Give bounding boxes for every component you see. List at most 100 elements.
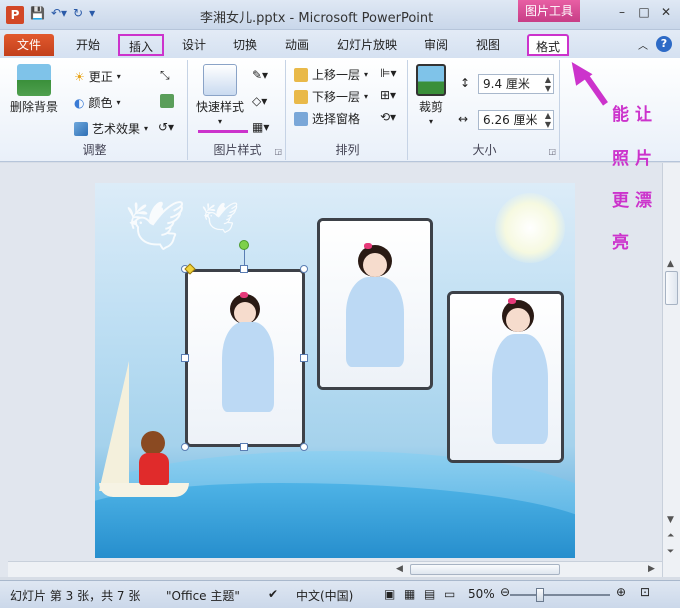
picture-layout-icon[interactable]: ▦▾ (252, 120, 269, 134)
sun-illustration (495, 193, 565, 263)
status-bar: 幻灯片 第 3 张，共 7 张 "Office 主题" ✔ 中文(中国) ▣ ▦… (0, 580, 680, 608)
send-backward-icon (294, 89, 308, 104)
powerpoint-app-icon[interactable]: P (6, 6, 24, 24)
dialog-launcher-icon[interactable]: ◲ (548, 147, 556, 156)
close-icon[interactable]: ✕ (658, 4, 674, 20)
group-adjust-label: 调整 (82, 143, 107, 157)
customize-qat-icon[interactable]: ▾ (89, 6, 95, 20)
picture-border-icon[interactable]: ✎▾ (252, 68, 268, 82)
rotate-icon[interactable]: ⟲▾ (380, 110, 396, 124)
width-spinner-icon[interactable]: ▲ ▼ (545, 111, 551, 129)
resize-handle[interactable] (300, 354, 308, 362)
tab-home[interactable]: 开始 (70, 34, 106, 56)
fit-to-window-icon[interactable]: ⊡ (640, 585, 650, 599)
width-value: 6.26 厘米 (483, 113, 538, 127)
maximize-icon[interactable]: □ (636, 4, 652, 20)
context-tab-group-picture-tools: 图片工具 (518, 0, 580, 22)
tab-animations[interactable]: 动画 (279, 34, 315, 56)
dialog-launcher-icon[interactable]: ◲ (274, 147, 282, 156)
quick-styles-icon (203, 64, 237, 96)
zoom-level[interactable]: 50% (468, 587, 495, 601)
tab-transitions[interactable]: 切换 (227, 34, 263, 56)
crop-button[interactable]: 裁剪 ▾ (416, 64, 446, 126)
tab-file[interactable]: 文件 (4, 34, 54, 56)
height-icon: ↕ (460, 76, 471, 90)
bring-forward-button[interactable]: 上移一层 ▾ (294, 66, 368, 83)
previous-slide-icon[interactable]: ⏶ (667, 531, 674, 541)
send-backward-button[interactable]: 下移一层 ▾ (294, 88, 368, 105)
slideshow-view-icon[interactable]: ▭ (444, 587, 455, 601)
group-arrange: 上移一层 ▾ 下移一层 ▾ 选择窗格 ⊫▾ ⊞▾ ⟲▾ 排列 (288, 60, 408, 160)
vertical-scrollbar[interactable]: ▲ ▼ ⏶ ⏷ (662, 163, 680, 577)
picture-effects-icon[interactable]: ◇▾ (252, 94, 267, 108)
scroll-up-icon[interactable]: ▲ (667, 259, 674, 269)
compress-pictures-icon[interactable]: ⤡ (160, 68, 170, 83)
horizontal-scrollbar[interactable]: ◀ ▶ (8, 561, 662, 577)
resize-handle[interactable] (300, 443, 308, 451)
photo-frame-3[interactable] (447, 291, 564, 463)
height-spinner-icon[interactable]: ▲ ▼ (545, 75, 551, 93)
group-icon[interactable]: ⊞▾ (380, 88, 396, 102)
remove-background-button[interactable]: 删除背景 (10, 64, 58, 115)
zoom-slider[interactable] (510, 594, 610, 596)
photo-frame-1[interactable] (185, 269, 305, 447)
scroll-left-icon[interactable]: ◀ (396, 564, 403, 574)
help-icon[interactable]: ? (656, 36, 672, 52)
zoom-in-icon[interactable]: ⊕ (616, 585, 626, 599)
resize-handle[interactable] (181, 443, 189, 451)
redo-icon[interactable]: ↻ (73, 6, 83, 20)
resize-handle[interactable] (300, 265, 308, 273)
change-picture-icon[interactable] (160, 94, 174, 108)
theme-name: "Office 主题" (166, 589, 240, 603)
group-size: 裁剪 ▾ ↕ 9.4 厘米 ▲ ▼ ↔ 6.26 厘米 ▲ ▼ 大小 ◲ (410, 60, 560, 160)
height-input[interactable]: 9.4 厘米 ▲ ▼ (478, 74, 554, 94)
tab-review[interactable]: 审阅 (418, 34, 454, 56)
language-indicator[interactable]: 中文(中国) (296, 587, 353, 604)
align-icon[interactable]: ⊫▾ (380, 66, 396, 80)
slide-sorter-icon[interactable]: ▦ (404, 587, 415, 601)
ribbon-right-controls: ︿ ? (638, 36, 672, 52)
remove-background-icon (17, 64, 51, 96)
scroll-right-icon[interactable]: ▶ (648, 564, 655, 574)
corrections-button[interactable]: ☀ 更正 ▾ (74, 68, 121, 85)
selection-pane-button[interactable]: 选择窗格 (294, 110, 360, 127)
tab-slideshow[interactable]: 幻灯片放映 (334, 34, 400, 56)
slide-counter: 幻灯片 第 3 张，共 7 张 (10, 589, 141, 603)
vertical-scroll-thumb[interactable] (665, 271, 678, 305)
tab-design[interactable]: 设计 (176, 34, 212, 56)
reading-view-icon[interactable]: ▤ (424, 587, 435, 601)
resize-handle[interactable] (240, 265, 248, 273)
zoom-slider-thumb[interactable] (536, 588, 544, 602)
save-icon[interactable]: 💾 (30, 6, 45, 20)
normal-view-icon[interactable]: ▣ (384, 587, 395, 601)
artistic-effects-button[interactable]: 艺术效果 ▾ (74, 120, 148, 137)
photo-frame-2[interactable] (317, 218, 433, 390)
bring-forward-label: 上移一层 (312, 68, 361, 82)
ribbon-tabs: 文件 开始 插入 设计 切换 动画 幻灯片放映 审阅 视图 格式 ︿ ? (0, 30, 680, 58)
crop-label: 裁剪 (418, 100, 443, 114)
reset-picture-icon[interactable]: ↺▾ (158, 120, 174, 134)
tab-view[interactable]: 视图 (470, 34, 506, 56)
group-picture-styles-label: 图片样式 (213, 143, 262, 157)
zoom-out-icon[interactable]: ⊖ (500, 585, 510, 599)
tab-format[interactable]: 格式 (527, 34, 569, 56)
chevron-down-icon: ▾ (144, 124, 149, 133)
sailboat-illustration (99, 361, 129, 491)
horizontal-scroll-thumb[interactable] (410, 564, 560, 575)
minimize-icon[interactable]: – (614, 4, 630, 20)
resize-handle[interactable] (240, 443, 248, 451)
scroll-down-icon[interactable]: ▼ (667, 515, 674, 525)
resize-handle[interactable] (181, 354, 189, 362)
chevron-down-icon: ▾ (428, 117, 433, 126)
quick-styles-button[interactable]: 快速样式 ▾ (196, 64, 244, 126)
undo-icon[interactable]: ↶▾ (51, 6, 67, 20)
selection-pane-icon (294, 111, 308, 126)
color-button[interactable]: ◐ 颜色 ▾ (74, 94, 121, 111)
spell-check-icon[interactable]: ✔ (268, 587, 278, 601)
width-input[interactable]: 6.26 厘米 ▲ ▼ (478, 110, 554, 130)
next-slide-icon[interactable]: ⏷ (667, 547, 674, 557)
tab-insert[interactable]: 插入 (118, 34, 164, 56)
collapse-ribbon-icon[interactable]: ︿ (638, 37, 648, 52)
annotation-text-line: 照片 (612, 149, 658, 169)
rotation-handle[interactable] (239, 240, 249, 250)
